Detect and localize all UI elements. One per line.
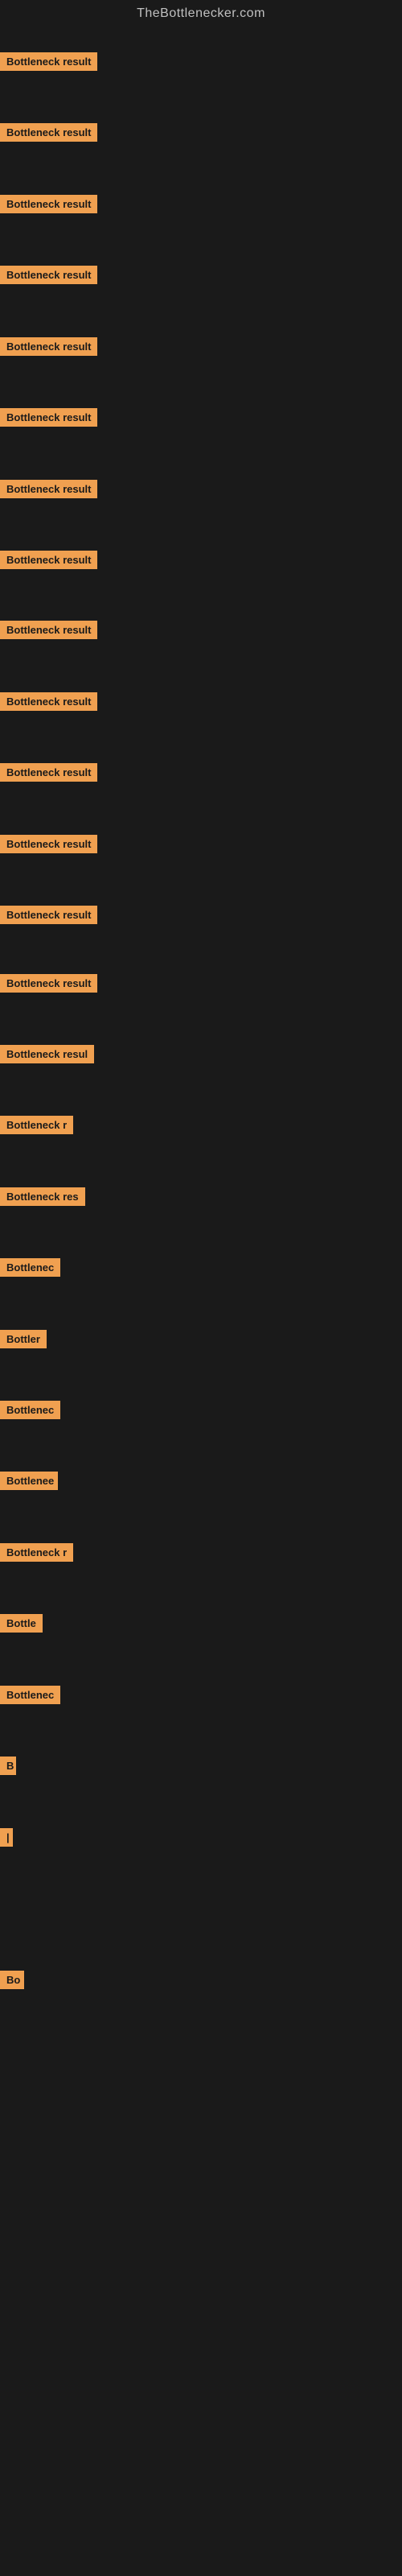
- bottleneck-result-item: Bottleneck resul: [0, 1045, 94, 1067]
- bottleneck-result-label: |: [0, 1828, 13, 1847]
- bottleneck-result-label: Bottleneck result: [0, 692, 97, 711]
- bottleneck-result-item: Bottleneck result: [0, 123, 97, 146]
- bottleneck-result-label: Bottleneck result: [0, 123, 97, 142]
- bottleneck-result-item: |: [0, 1828, 13, 1851]
- bottleneck-result-item: Bottlenec: [0, 1686, 60, 1708]
- bottleneck-result-item: Bottleneck result: [0, 551, 97, 573]
- bottleneck-result-item: Bo: [0, 1971, 24, 1993]
- bottleneck-result-item: Bottleneck result: [0, 337, 97, 360]
- bottleneck-result-label: Bo: [0, 1971, 24, 1989]
- bottleneck-result-item: Bottleneck result: [0, 906, 97, 928]
- bottleneck-result-item: Bottleneck r: [0, 1116, 73, 1138]
- bottleneck-result-item: Bottle: [0, 1614, 43, 1637]
- bottleneck-result-item: Bottleneck result: [0, 692, 97, 715]
- bottleneck-result-label: B: [0, 1757, 16, 1775]
- bottleneck-result-label: Bottleneck result: [0, 974, 97, 993]
- bottleneck-result-label: Bottlenec: [0, 1686, 60, 1704]
- bottleneck-result-label: Bottleneck result: [0, 52, 97, 71]
- bottleneck-result-item: Bottleneck result: [0, 974, 97, 997]
- bottleneck-result-item: Bottleneck result: [0, 763, 97, 786]
- bottleneck-result-label: Bottleneck result: [0, 551, 97, 569]
- bottleneck-result-label: Bottlenec: [0, 1258, 60, 1277]
- bottleneck-result-label: Bottleneck result: [0, 408, 97, 427]
- bottleneck-result-item: Bottleneck result: [0, 480, 97, 502]
- bottleneck-result-label: Bottlenee: [0, 1472, 58, 1490]
- bottleneck-result-label: Bottleneck result: [0, 621, 97, 639]
- bottleneck-result-item: Bottleneck result: [0, 408, 97, 431]
- bottleneck-result-item: Bottler: [0, 1330, 47, 1352]
- bottleneck-result-label: Bottleneck r: [0, 1116, 73, 1134]
- bottleneck-result-item: B: [0, 1757, 16, 1779]
- bottleneck-result-label: Bottleneck result: [0, 266, 97, 284]
- bottleneck-result-item: Bottlenec: [0, 1258, 60, 1281]
- bottleneck-result-label: Bottleneck result: [0, 835, 97, 853]
- site-title: TheBottlenecker.com: [0, 0, 402, 31]
- bottleneck-result-item: Bottlenec: [0, 1401, 60, 1423]
- bottleneck-result-item: Bottleneck result: [0, 835, 97, 857]
- bottleneck-result-item: Bottleneck result: [0, 52, 97, 75]
- bottleneck-result-item: Bottleneck result: [0, 266, 97, 288]
- bottleneck-result-item: Bottleneck result: [0, 621, 97, 643]
- bottleneck-result-label: Bottleneck result: [0, 763, 97, 782]
- bottleneck-result-item: Bottleneck res: [0, 1187, 85, 1210]
- bottleneck-result-label: Bottler: [0, 1330, 47, 1348]
- bottleneck-result-label: Bottleneck res: [0, 1187, 85, 1206]
- bottleneck-result-item: Bottleneck result: [0, 195, 97, 217]
- bottleneck-result-item: Bottleneck r: [0, 1543, 73, 1566]
- bottleneck-result-label: Bottleneck r: [0, 1543, 73, 1562]
- bottleneck-result-label: Bottlenec: [0, 1401, 60, 1419]
- bottleneck-result-item: Bottlenee: [0, 1472, 58, 1494]
- bottleneck-result-label: Bottleneck result: [0, 480, 97, 498]
- bottleneck-result-label: Bottle: [0, 1614, 43, 1633]
- bottleneck-result-label: Bottleneck resul: [0, 1045, 94, 1063]
- bottleneck-result-label: Bottleneck result: [0, 337, 97, 356]
- bottleneck-result-label: Bottleneck result: [0, 906, 97, 924]
- bottleneck-result-label: Bottleneck result: [0, 195, 97, 213]
